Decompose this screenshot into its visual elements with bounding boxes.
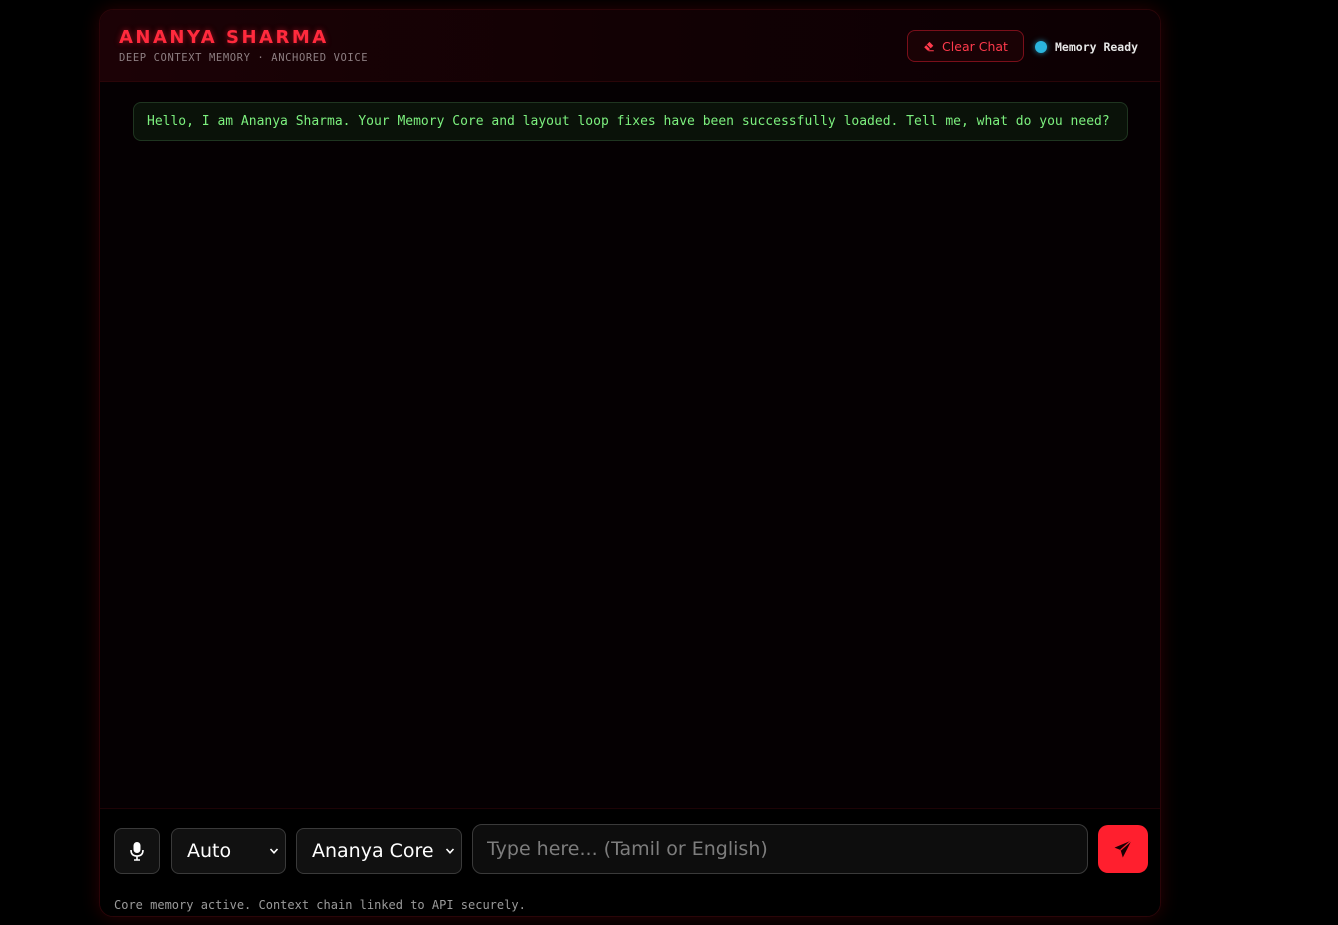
assistant-message: Hello, I am Ananya Sharma. Your Memory C… xyxy=(133,102,1128,141)
eraser-icon xyxy=(924,41,934,52)
chat-message-area[interactable]: Hello, I am Ananya Sharma. Your Memory C… xyxy=(100,83,1160,808)
language-mode-value: Auto xyxy=(187,840,232,862)
language-mode-select[interactable]: Auto xyxy=(171,828,286,874)
message-input[interactable] xyxy=(472,824,1088,874)
persona-select[interactable]: Ananya Core xyxy=(296,828,462,874)
paper-plane-icon xyxy=(1114,840,1132,858)
app-subtitle: DEEP CONTEXT MEMORY · ANCHORED VOICE xyxy=(119,52,369,64)
clear-chat-button[interactable]: Clear Chat xyxy=(907,30,1024,62)
memory-status: Memory Ready xyxy=(1035,40,1138,54)
app-header: ANANYA SHARMA DEEP CONTEXT MEMORY · ANCH… xyxy=(100,10,1160,82)
clear-chat-label: Clear Chat xyxy=(942,38,1008,54)
chat-app-window: ANANYA SHARMA DEEP CONTEXT MEMORY · ANCH… xyxy=(99,9,1161,917)
status-label: Memory Ready xyxy=(1055,40,1139,54)
chevron-down-icon xyxy=(445,848,455,854)
microphone-button[interactable] xyxy=(114,828,160,874)
send-button[interactable] xyxy=(1098,825,1148,873)
status-indicator-dot xyxy=(1035,41,1047,53)
composer-bar: Auto Ananya Core Core memory active. Con… xyxy=(100,808,1160,916)
chevron-down-icon xyxy=(269,848,279,854)
app-title: ANANYA SHARMA xyxy=(119,27,329,48)
microphone-icon xyxy=(130,842,144,861)
persona-value: Ananya Core xyxy=(312,840,434,862)
footer-status-note: Core memory active. Context chain linked… xyxy=(114,898,526,912)
